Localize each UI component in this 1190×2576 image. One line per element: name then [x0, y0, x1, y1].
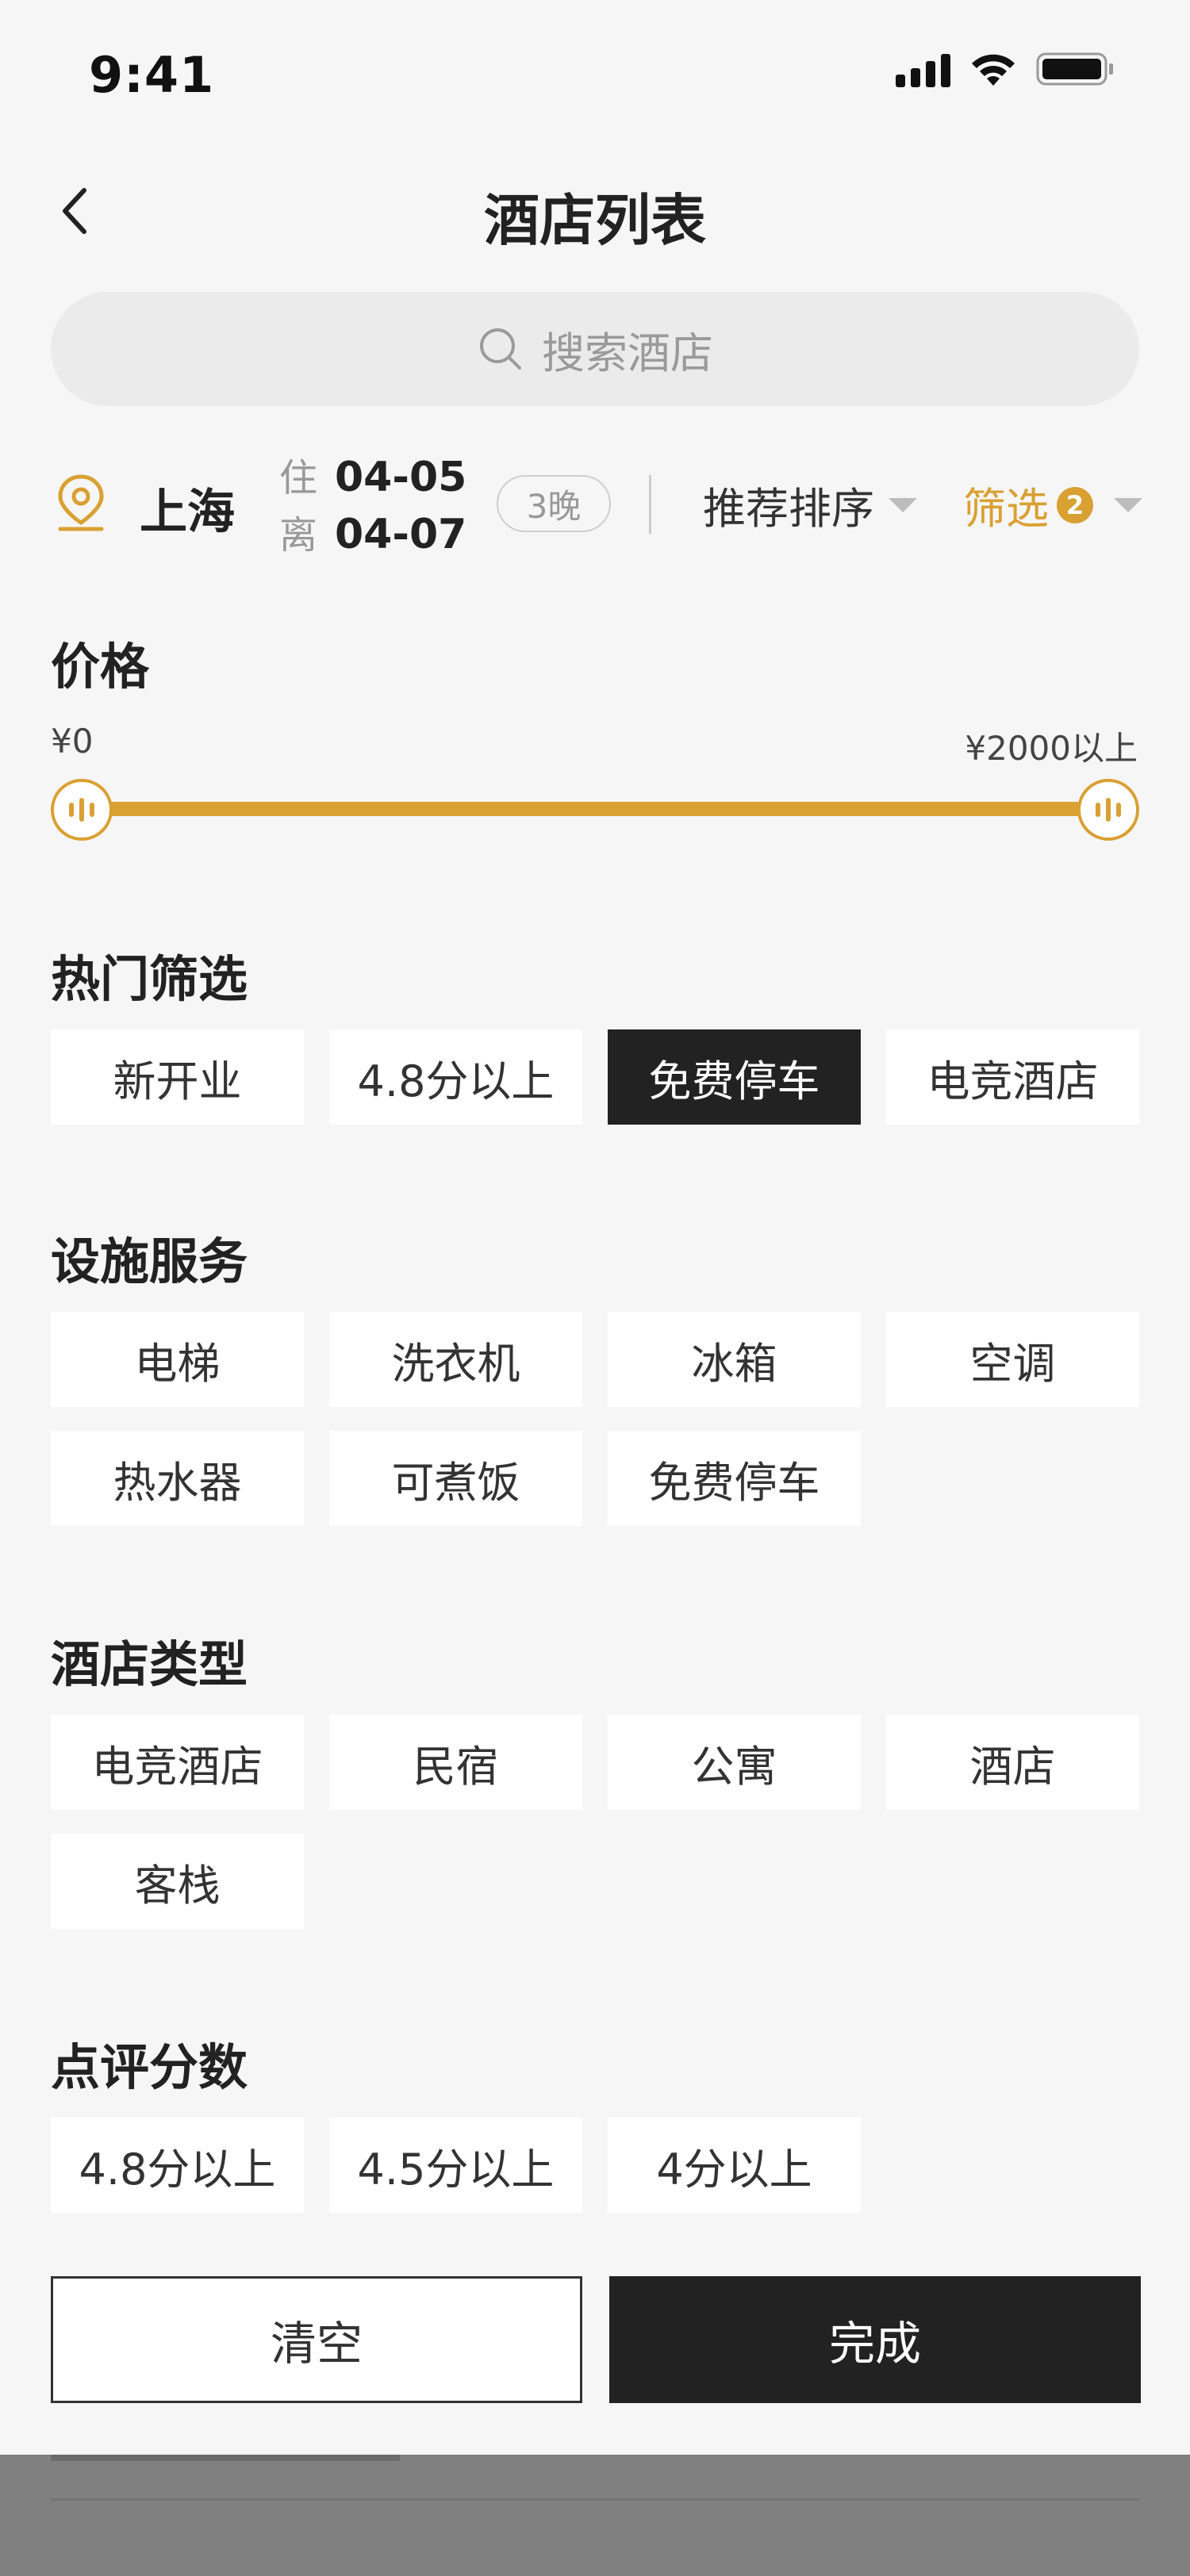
rating-grid: 4.8分以上 4.5分以上 4分以上: [51, 2118, 1139, 2213]
filter-chip[interactable]: 空调: [886, 1312, 1139, 1407]
filter-dropdown[interactable]: 筛选 2: [963, 473, 1142, 536]
hotel-type-grid: 电竞酒店 民宿 公寓 酒店客栈: [51, 1715, 1139, 1929]
filter-label: 筛选: [963, 484, 1049, 534]
sort-dropdown[interactable]: 推荐排序: [703, 473, 917, 536]
checkout-label: 离: [279, 513, 318, 558]
price-slider-track[interactable]: [83, 802, 1107, 816]
hot-filters-title: 热门筛选: [51, 950, 248, 1008]
location-pin-icon: [58, 474, 104, 531]
price-max-label: ¥2000以上: [965, 729, 1138, 768]
price-section-title: 价格: [51, 638, 150, 696]
filter-chip[interactable]: 客栈: [51, 1834, 304, 1929]
filter-chip[interactable]: 免费停车: [608, 1029, 861, 1125]
date-selector[interactable]: 住 04-05 离 04-07: [279, 447, 466, 561]
overlay-divider: [51, 2498, 1139, 2501]
sort-label: 推荐排序: [703, 484, 874, 534]
dimmed-overlay[interactable]: [0, 2455, 1190, 2576]
signal-icon: [896, 51, 950, 87]
filter-chip[interactable]: 4.5分以上: [329, 2118, 582, 2213]
hot-filters-grid: 新开业 4.8分以上 免费停车 电竞酒店: [51, 1029, 1139, 1125]
filter-chip[interactable]: 免费停车: [608, 1431, 861, 1526]
search-icon: [480, 328, 521, 370]
facilities-grid: 电梯 洗衣机 冰箱 空调热水器 可煮饭 免费停车: [51, 1312, 1139, 1526]
status-time: 9:41: [89, 46, 215, 104]
caret-down-icon: [889, 497, 917, 512]
price-slider-max-handle[interactable]: [1077, 779, 1139, 841]
price-slider-min-handle[interactable]: [51, 779, 113, 841]
filter-chip[interactable]: 冰箱: [608, 1312, 861, 1407]
status-icons: [896, 51, 1115, 87]
filter-chip[interactable]: 热水器: [51, 1431, 304, 1526]
city-selector[interactable]: 上海: [140, 473, 235, 542]
nav-bar: 酒店列表: [0, 159, 1190, 262]
rating-title: 点评分数: [51, 2038, 248, 2096]
status-bar: 9:41: [0, 0, 1190, 143]
hotel-type-title: 酒店类型: [51, 1635, 248, 1693]
battery-icon: [1036, 52, 1113, 86]
filter-chip[interactable]: 电梯: [51, 1312, 304, 1407]
checkin-label: 住: [279, 456, 318, 500]
booking-info-bar: 上海 住 04-05 离 04-07 3晚 推荐排序 筛选 2: [0, 440, 1190, 567]
filter-chip[interactable]: 民宿: [329, 1715, 582, 1810]
done-button[interactable]: 完成: [609, 2276, 1141, 2403]
search-placeholder: 搜索酒店: [542, 328, 713, 378]
filter-chip[interactable]: 电竞酒店: [886, 1029, 1139, 1125]
checkout-date: 04-07: [335, 511, 467, 558]
price-min-label: ¥0: [51, 722, 94, 761]
filter-chip[interactable]: 4分以上: [608, 2118, 861, 2213]
nights-badge: 3晚: [497, 475, 611, 532]
facilities-title: 设施服务: [51, 1232, 248, 1290]
search-input[interactable]: 搜索酒店: [51, 292, 1139, 406]
wifi-icon: [972, 54, 1015, 86]
page-title: 酒店列表: [484, 188, 706, 253]
filter-chip[interactable]: 酒店: [886, 1715, 1139, 1810]
filter-chip[interactable]: 新开业: [51, 1029, 304, 1125]
filter-chip[interactable]: 公寓: [608, 1715, 861, 1810]
overlay-divider: [51, 2455, 400, 2461]
filter-chip[interactable]: 4.8分以上: [329, 1029, 582, 1125]
filter-chip[interactable]: 电竞酒店: [51, 1715, 304, 1810]
divider: [649, 475, 651, 534]
caret-down-icon: [1114, 497, 1142, 512]
checkin-date: 04-05: [335, 454, 467, 501]
filter-chip[interactable]: 可煮饭: [329, 1431, 582, 1526]
filter-count-badge: 2: [1057, 486, 1093, 523]
clear-button[interactable]: 清空: [51, 2276, 582, 2403]
filter-chip[interactable]: 4.8分以上: [51, 2118, 304, 2213]
filter-chip[interactable]: 洗衣机: [329, 1312, 582, 1407]
